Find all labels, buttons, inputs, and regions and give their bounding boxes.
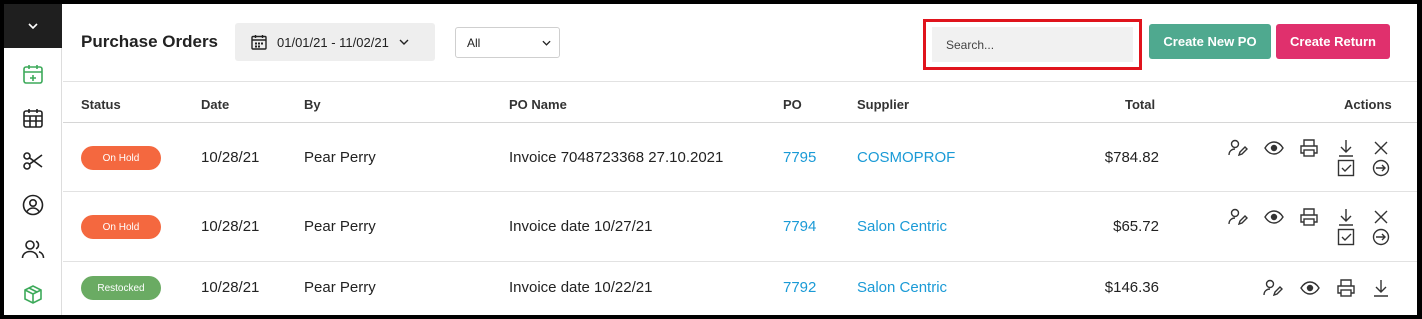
box-icon [24, 285, 42, 304]
row-supplier-link[interactable]: Salon Centric [857, 218, 947, 235]
download-icon [1374, 280, 1388, 297]
row-supplier-link[interactable]: COSMOPROF [857, 149, 955, 166]
column-actions: Actions [1344, 97, 1392, 112]
status-badge: On Hold [81, 215, 161, 239]
sidebar-item-calendar[interactable] [19, 104, 47, 132]
printer-icon [1337, 279, 1355, 297]
page-header: Purchase Orders 01/01/21 - 11/02/21 All … [63, 4, 1417, 82]
column-date[interactable]: Date [201, 97, 229, 112]
row-po-name: Invoice date 10/27/21 [509, 218, 653, 235]
row-date: 10/28/21 [201, 218, 260, 235]
receive-action[interactable] [1335, 157, 1357, 179]
row-date: 10/28/21 [201, 149, 260, 166]
user-edit-icon [1228, 139, 1248, 157]
chevron-down-icon [399, 39, 409, 45]
calendar-add-icon [23, 65, 43, 84]
download-icon [1339, 140, 1353, 157]
row-po-name: Invoice date 10/22/21 [509, 279, 653, 296]
create-new-po-button[interactable]: Create New PO [1149, 24, 1271, 59]
printer-icon [1300, 139, 1318, 157]
sidebar-item-services[interactable] [19, 147, 47, 175]
arrow-circle-icon [1372, 159, 1390, 177]
user-edit-icon [1228, 208, 1248, 226]
status-filter-value: All [467, 35, 481, 50]
status-badge: On Hold [81, 146, 161, 170]
sidebar-item-inventory[interactable] [19, 280, 47, 308]
arrow-circle-icon [1372, 228, 1390, 246]
row-by: Pear Perry [304, 218, 376, 235]
table-row[interactable]: Restocked 10/28/21 Pear Perry Invoice da… [63, 263, 1417, 315]
row-total: $784.82 [1104, 149, 1159, 166]
close-icon [1374, 210, 1388, 224]
view-action[interactable] [1299, 277, 1321, 299]
date-range-value: 01/01/21 - 11/02/21 [277, 34, 389, 50]
scissors-icon [23, 152, 43, 170]
search-highlight [923, 19, 1142, 70]
column-status[interactable]: Status [81, 97, 121, 112]
sidebar-toggle[interactable] [4, 4, 62, 48]
download-action[interactable] [1370, 277, 1392, 299]
eye-icon [1264, 141, 1284, 155]
chevron-down-icon [28, 23, 38, 29]
print-action[interactable] [1298, 206, 1320, 228]
download-action[interactable] [1335, 206, 1357, 228]
user-circle-icon [22, 194, 44, 216]
cancel-action[interactable] [1370, 137, 1392, 159]
table-row[interactable]: On Hold 10/28/21 Pear Perry Invoice date… [63, 193, 1417, 262]
app-frame: Purchase Orders 01/01/21 - 11/02/21 All … [4, 4, 1417, 315]
row-po-link[interactable]: 7794 [783, 218, 816, 235]
row-total: $146.36 [1104, 279, 1159, 296]
column-po-name[interactable]: PO Name [509, 97, 567, 112]
page-title: Purchase Orders [81, 32, 219, 51]
sidebar [4, 4, 62, 315]
calendar-grid-icon [23, 109, 43, 128]
row-by: Pear Perry [304, 149, 376, 166]
edit-action[interactable] [1262, 277, 1284, 299]
row-date: 10/28/21 [201, 279, 260, 296]
printer-icon [1300, 208, 1318, 226]
return-action[interactable] [1370, 157, 1392, 179]
user-edit-icon [1263, 279, 1283, 297]
row-total: $65.72 [1113, 218, 1159, 235]
status-badge: Restocked [81, 276, 161, 300]
cancel-action[interactable] [1370, 206, 1392, 228]
checkbox-icon [1337, 159, 1355, 177]
receive-action[interactable] [1335, 226, 1357, 248]
sidebar-item-profile[interactable] [19, 191, 47, 219]
eye-icon [1300, 281, 1320, 295]
sidebar-item-appointments[interactable] [19, 60, 47, 88]
row-po-name: Invoice 7048723368 27.10.2021 [509, 149, 724, 166]
print-action[interactable] [1335, 277, 1357, 299]
status-filter-select[interactable]: All [455, 27, 560, 58]
row-by: Pear Perry [304, 279, 376, 296]
row-supplier-link[interactable]: Salon Centric [857, 279, 947, 296]
download-action[interactable] [1335, 137, 1357, 159]
edit-action[interactable] [1227, 206, 1249, 228]
column-by[interactable]: By [304, 97, 321, 112]
column-total[interactable]: Total [1125, 97, 1155, 112]
print-action[interactable] [1298, 137, 1320, 159]
chevron-down-icon [542, 40, 551, 46]
users-icon [21, 240, 45, 259]
date-range-picker[interactable]: 01/01/21 - 11/02/21 [235, 23, 435, 61]
row-po-link[interactable]: 7795 [783, 149, 816, 166]
return-action[interactable] [1370, 226, 1392, 248]
eye-icon [1264, 210, 1284, 224]
search-input[interactable] [932, 27, 1133, 62]
view-action[interactable] [1263, 206, 1285, 228]
download-icon [1339, 209, 1353, 226]
calendar-icon [251, 35, 267, 50]
column-po[interactable]: PO [783, 97, 802, 112]
row-po-link[interactable]: 7792 [783, 279, 816, 296]
view-action[interactable] [1263, 137, 1285, 159]
edit-action[interactable] [1227, 137, 1249, 159]
create-return-button[interactable]: Create Return [1276, 24, 1390, 59]
table-header: Status Date By PO Name PO Supplier Total… [63, 83, 1417, 123]
checkbox-icon [1337, 228, 1355, 246]
close-icon [1374, 141, 1388, 155]
sidebar-item-clients[interactable] [19, 235, 47, 263]
table-row[interactable]: On Hold 10/28/21 Pear Perry Invoice 7048… [63, 124, 1417, 192]
column-supplier[interactable]: Supplier [857, 97, 909, 112]
